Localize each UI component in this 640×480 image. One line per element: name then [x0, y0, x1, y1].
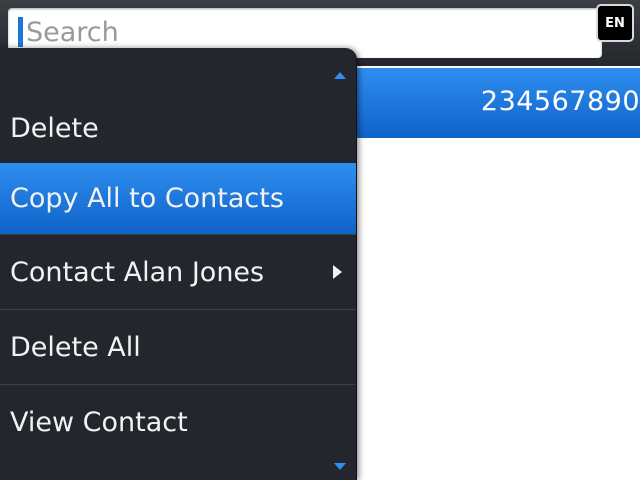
menu-item-label: Delete All [10, 331, 141, 363]
screen: EN 234567890 Delete Copy All to Contacts… [0, 0, 640, 480]
menu-item-delete[interactable]: Delete [0, 93, 356, 163]
menu-item-copy-all-to-contacts[interactable]: Copy All to Contacts [0, 163, 356, 234]
menu-item-view-contact[interactable]: View Contact [0, 385, 356, 459]
chevron-up-icon[interactable] [334, 72, 346, 79]
language-indicator[interactable]: EN [596, 4, 634, 42]
menu-item-contact-alan-jones[interactable]: Contact Alan Jones [0, 235, 356, 309]
menu-item-label: View Contact [10, 406, 188, 438]
menu-item-delete-all[interactable]: Delete All [0, 310, 356, 384]
search-input[interactable] [26, 12, 586, 52]
menu-item-label: Contact Alan Jones [10, 256, 265, 288]
chevron-down-icon[interactable] [334, 463, 346, 470]
menu-item-label: Delete [10, 112, 99, 144]
submenu-arrow-icon [333, 265, 342, 279]
list-item-number: 234567890 [480, 86, 640, 117]
menu-item-label: Copy All to Contacts [10, 183, 284, 214]
text-cursor [18, 17, 23, 47]
context-menu: Delete Copy All to Contacts Contact Alan… [0, 48, 357, 480]
